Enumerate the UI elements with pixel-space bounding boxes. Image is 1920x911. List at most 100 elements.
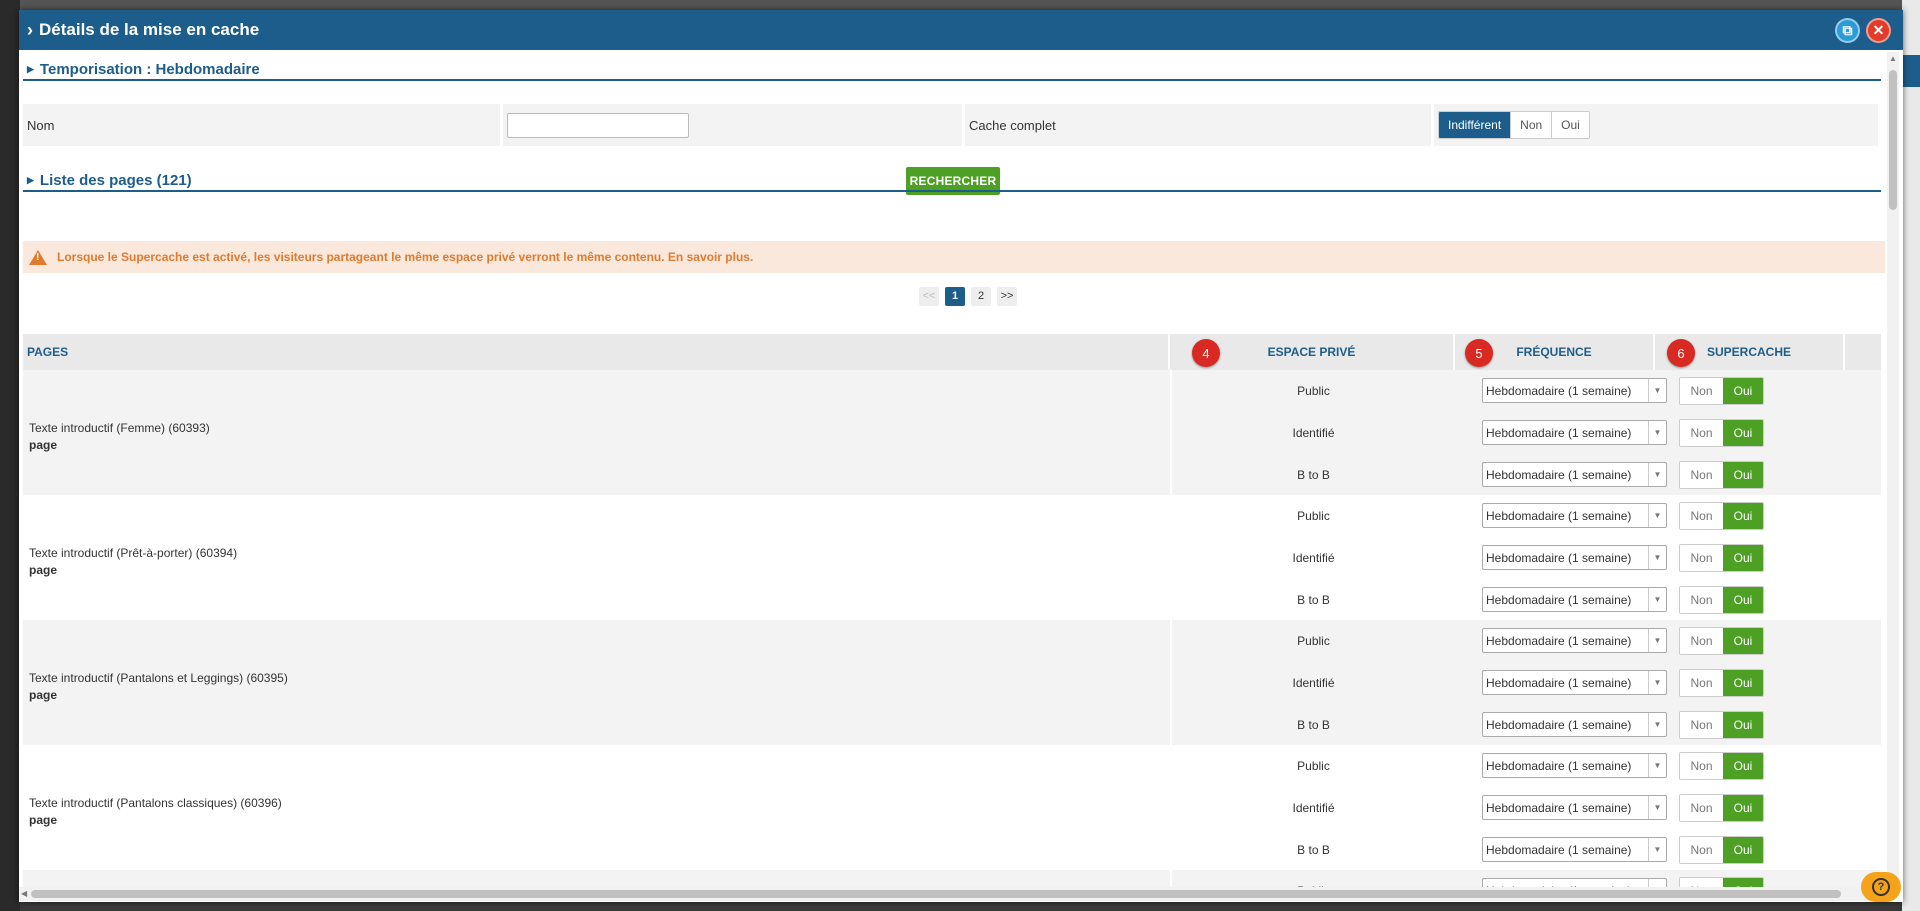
cache-option-indifferent[interactable]: Indifférent xyxy=(1439,112,1512,138)
private-space-label: B to B xyxy=(1297,593,1330,607)
table-row: B to B Hebdomadaire (1 semaine) ▼ Non Oui xyxy=(1172,579,1881,621)
frequency-select[interactable]: Hebdomadaire (1 semaine) ▼ xyxy=(1482,753,1667,778)
table-row: Public Hebdomadaire (1 semaine) ▼ NonOui xyxy=(1172,370,1881,412)
supercache-oui-button[interactable]: Oui xyxy=(1723,712,1763,738)
frequency-select[interactable]: Hebdomadaire (1 semaine) ▼ xyxy=(1482,378,1667,403)
supercache-non-button[interactable]: Non xyxy=(1680,420,1723,446)
cache-complet-label: Cache complet xyxy=(969,117,1056,133)
col-frequence[interactable]: 5 FRÉQUENCE xyxy=(1455,334,1655,370)
supercache-non-button[interactable]: Non xyxy=(1680,753,1723,779)
page-info: Texte introductif (Pantalons et Leggings… xyxy=(29,670,288,704)
chevron-down-icon[interactable]: ▼ xyxy=(1648,713,1666,736)
modal-header: › Détails de la mise en cache ⧉ ✕ xyxy=(19,10,1903,50)
step-badge-6: 6 xyxy=(1667,339,1695,367)
vertical-scrollbar[interactable]: ▲ xyxy=(1887,52,1899,892)
chevron-down-icon[interactable]: ▼ xyxy=(1648,754,1666,777)
temporisation-title-text: Temporisation : Hebdomadaire xyxy=(39,60,260,78)
chevron-down-icon[interactable]: ▼ xyxy=(1648,671,1666,694)
frequency-select[interactable]: Hebdomadaire (1 semaine) ▼ xyxy=(1482,670,1667,695)
cache-option-oui[interactable]: Oui xyxy=(1552,112,1589,138)
supercache-toggle: NonOui xyxy=(1679,711,1764,739)
supercache-non-button[interactable]: Non xyxy=(1680,503,1723,529)
supercache-toggle: NonOui xyxy=(1679,794,1764,822)
supercache-oui-button[interactable]: Oui xyxy=(1723,837,1763,863)
frequency-select[interactable]: Hebdomadaire (1 semaine) ▼ xyxy=(1482,837,1667,862)
cache-option-non[interactable]: Non xyxy=(1511,112,1553,138)
col-espace-label: ESPACE PRIVÉ xyxy=(1267,345,1356,359)
pagination-page-2[interactable]: 2 xyxy=(971,287,991,306)
frequency-select[interactable]: Hebdomadaire (1 semaine) ▼ xyxy=(1482,587,1667,612)
help-button[interactable]: ? xyxy=(1861,872,1901,902)
scroll-left-icon[interactable]: ◀ xyxy=(21,889,27,898)
supercache-non-button[interactable]: Non xyxy=(1680,587,1723,613)
supercache-oui-button[interactable]: Oui xyxy=(1723,795,1763,821)
step-badge-4: 4 xyxy=(1192,339,1220,367)
col-pages[interactable]: PAGES xyxy=(23,334,1170,370)
copy-window-button[interactable]: ⧉ xyxy=(1835,18,1860,43)
horizontal-scroll-thumb[interactable] xyxy=(31,890,1841,898)
step-badge-5: 5 xyxy=(1465,339,1493,367)
private-space-label: Identifié xyxy=(1292,426,1335,440)
col-espace-prive[interactable]: 4 ESPACE PRIVÉ xyxy=(1170,334,1455,370)
chevron-down-icon[interactable]: ▼ xyxy=(1648,504,1666,527)
supercache-non-button[interactable]: Non xyxy=(1680,545,1723,571)
chevron-down-icon[interactable]: ▼ xyxy=(1648,546,1666,569)
supercache-non-button[interactable]: Non xyxy=(1680,670,1723,696)
scroll-up-icon[interactable]: ▲ xyxy=(1889,54,1897,63)
list-title-text: Liste des pages (121) xyxy=(39,171,192,189)
close-button[interactable]: ✕ xyxy=(1866,18,1891,43)
frequency-select[interactable]: Hebdomadaire (1 semaine) ▼ xyxy=(1482,628,1667,653)
supercache-non-button[interactable]: Non xyxy=(1680,462,1723,488)
alert-text[interactable]: Lorsque le Supercache est activé, les vi… xyxy=(57,250,753,264)
supercache-oui-button[interactable]: Oui xyxy=(1723,378,1763,404)
table-row: B to B Hebdomadaire (1 semaine) ▼ Non Oui xyxy=(1172,704,1881,746)
page-name[interactable]: Texte introductif (Femme) (60393) xyxy=(29,420,210,437)
chevron-down-icon[interactable]: ▼ xyxy=(1648,421,1666,444)
supercache-oui-button[interactable]: Oui xyxy=(1723,462,1763,488)
supercache-oui-button[interactable]: Oui xyxy=(1723,587,1763,613)
supercache-oui-button[interactable]: Oui xyxy=(1723,545,1763,571)
chevron-down-icon[interactable]: ▼ xyxy=(1648,629,1666,652)
private-space-label: Identifié xyxy=(1292,551,1335,565)
supercache-oui-button[interactable]: Oui xyxy=(1723,670,1763,696)
col-supercache[interactable]: 6 SUPERCACHE xyxy=(1655,334,1845,370)
chevron-down-icon[interactable]: ▼ xyxy=(1648,463,1666,486)
horizontal-scrollbar[interactable]: ◀ xyxy=(19,887,1885,901)
vertical-scroll-thumb[interactable] xyxy=(1889,70,1897,210)
temporisation-section-title[interactable]: ▶ Temporisation : Hebdomadaire xyxy=(23,59,1881,81)
chevron-down-icon[interactable]: ▼ xyxy=(1648,796,1666,819)
page-name[interactable]: Texte introductif (Prêt-à-porter) (60394… xyxy=(29,545,237,562)
supercache-toggle: NonOui xyxy=(1679,836,1764,864)
frequency-select[interactable]: Hebdomadaire (1 semaine) ▼ xyxy=(1482,462,1667,487)
supercache-oui-button[interactable]: Oui xyxy=(1723,753,1763,779)
supercache-non-button[interactable]: Non xyxy=(1680,795,1723,821)
supercache-oui-button[interactable]: Oui xyxy=(1723,628,1763,654)
supercache-oui-button[interactable]: Oui xyxy=(1723,503,1763,529)
frequency-select[interactable]: Hebdomadaire (1 semaine) ▼ xyxy=(1482,503,1667,528)
supercache-non-button[interactable]: Non xyxy=(1680,837,1723,863)
supercache-oui-button[interactable]: Oui xyxy=(1723,420,1763,446)
supercache-non-button[interactable]: Non xyxy=(1680,628,1723,654)
background-right-panel xyxy=(1902,0,1920,911)
col-supercache-label: SUPERCACHE xyxy=(1706,345,1791,359)
chevron-down-icon[interactable]: ▼ xyxy=(1648,588,1666,611)
filter-row: Nom Cache complet Indifférent Non Oui xyxy=(23,104,1881,146)
page-name[interactable]: Texte introductif (Pantalons et Leggings… xyxy=(29,670,288,687)
nom-input[interactable] xyxy=(507,112,689,138)
supercache-non-button[interactable]: Non xyxy=(1680,712,1723,738)
pagination-page-1[interactable]: 1 xyxy=(945,287,965,306)
private-space-label: B to B xyxy=(1297,718,1330,732)
supercache-non-button[interactable]: Non xyxy=(1680,378,1723,404)
frequency-select[interactable]: Hebdomadaire (1 semaine) ▼ xyxy=(1482,795,1667,820)
frequency-select[interactable]: Hebdomadaire (1 semaine) ▼ xyxy=(1482,545,1667,570)
frequency-select[interactable]: Hebdomadaire (1 semaine) ▼ xyxy=(1482,420,1667,445)
chevron-down-icon[interactable]: ▼ xyxy=(1648,379,1666,402)
pagination-next[interactable]: >> xyxy=(997,287,1017,306)
table-row: Public Hebdomadaire (1 semaine) ▼ NonOui xyxy=(1172,495,1881,537)
frequency-select[interactable]: Hebdomadaire (1 semaine) ▼ xyxy=(1482,712,1667,737)
frequency-value: Hebdomadaire (1 semaine) xyxy=(1486,508,1632,523)
private-space-label: Public xyxy=(1297,634,1330,648)
list-section-title[interactable]: ▶ Liste des pages (121) xyxy=(23,170,1881,192)
chevron-down-icon[interactable]: ▼ xyxy=(1648,838,1666,861)
page-name[interactable]: Texte introductif (Pantalons classiques)… xyxy=(29,795,282,812)
